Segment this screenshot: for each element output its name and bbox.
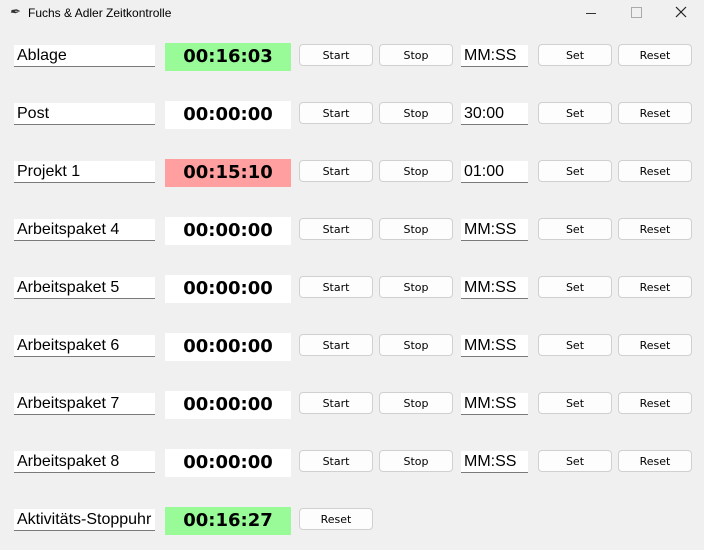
- task-name-field[interactable]: [14, 277, 155, 299]
- timer-row: 00:00:00 Start Stop Set Reset: [0, 275, 704, 303]
- duration-field[interactable]: [461, 103, 528, 125]
- duration-field[interactable]: [461, 277, 528, 299]
- minimize-icon: [586, 13, 596, 14]
- reset-button[interactable]: Reset: [618, 218, 692, 240]
- minimize-button[interactable]: [568, 0, 614, 26]
- timer-row: 00:00:00 Start Stop Set Reset: [0, 391, 704, 419]
- stop-button[interactable]: Stop: [379, 102, 453, 124]
- start-button[interactable]: Start: [299, 160, 373, 182]
- duration-field[interactable]: [461, 219, 528, 241]
- stop-button[interactable]: Stop: [379, 44, 453, 66]
- timer-display: 00:00:00: [165, 275, 291, 303]
- set-button[interactable]: Set: [538, 450, 612, 472]
- timer-row: 00:00:00 Start Stop Set Reset: [0, 449, 704, 477]
- set-button[interactable]: Set: [538, 218, 612, 240]
- reset-button[interactable]: Reset: [618, 392, 692, 414]
- timer-row: 00:00:00 Start Stop Set Reset: [0, 217, 704, 245]
- start-button[interactable]: Start: [299, 218, 373, 240]
- close-icon: [675, 6, 687, 18]
- timer-display: 00:16:03: [165, 43, 291, 71]
- timer-display: 00:00:00: [165, 449, 291, 477]
- stop-button[interactable]: Stop: [379, 276, 453, 298]
- duration-field[interactable]: [461, 45, 528, 67]
- duration-field[interactable]: [461, 393, 528, 415]
- reset-button[interactable]: Reset: [618, 450, 692, 472]
- stop-button[interactable]: Stop: [379, 392, 453, 414]
- timer-display: 00:00:00: [165, 391, 291, 419]
- duration-field[interactable]: [461, 335, 528, 357]
- maximize-button[interactable]: [613, 0, 659, 26]
- reset-button[interactable]: Reset: [618, 44, 692, 66]
- stop-button[interactable]: Stop: [379, 218, 453, 240]
- stop-button[interactable]: Stop: [379, 450, 453, 472]
- reset-button[interactable]: Reset: [618, 160, 692, 182]
- maximize-icon: [631, 7, 642, 18]
- start-button[interactable]: Start: [299, 44, 373, 66]
- title-bar: ✒ Fuchs & Adler Zeitkontrolle: [0, 0, 704, 26]
- task-name-field[interactable]: [14, 161, 155, 183]
- feather-icon: ✒: [9, 4, 20, 19]
- reset-button[interactable]: Reset: [618, 334, 692, 356]
- stopwatch-display: 00:16:27: [165, 507, 291, 535]
- set-button[interactable]: Set: [538, 44, 612, 66]
- timer-row: 00:00:00 Start Stop Set Reset: [0, 101, 704, 129]
- timer-display: 00:00:00: [165, 217, 291, 245]
- stopwatch-name-field[interactable]: [14, 509, 155, 531]
- close-button[interactable]: [658, 0, 704, 26]
- start-button[interactable]: Start: [299, 102, 373, 124]
- timer-row: 00:00:00 Start Stop Set Reset: [0, 333, 704, 361]
- set-button[interactable]: Set: [538, 102, 612, 124]
- task-name-field[interactable]: [14, 335, 155, 357]
- window-title: Fuchs & Adler Zeitkontrolle: [28, 6, 172, 20]
- timer-row: 00:15:10 Start Stop Set Reset: [0, 159, 704, 187]
- stop-button[interactable]: Stop: [379, 160, 453, 182]
- task-name-field[interactable]: [14, 451, 155, 473]
- start-button[interactable]: Start: [299, 392, 373, 414]
- start-button[interactable]: Start: [299, 334, 373, 356]
- set-button[interactable]: Set: [538, 276, 612, 298]
- task-name-field[interactable]: [14, 219, 155, 241]
- task-name-field[interactable]: [14, 393, 155, 415]
- stopwatch-row: 00:16:27 Reset: [0, 507, 704, 535]
- timer-display: 00:00:00: [165, 333, 291, 361]
- set-button[interactable]: Set: [538, 160, 612, 182]
- start-button[interactable]: Start: [299, 450, 373, 472]
- timer-row: 00:16:03 Start Stop Set Reset: [0, 43, 704, 71]
- task-name-field[interactable]: [14, 45, 155, 67]
- duration-field[interactable]: [461, 161, 528, 183]
- reset-button[interactable]: Reset: [618, 276, 692, 298]
- reset-button[interactable]: Reset: [618, 102, 692, 124]
- start-button[interactable]: Start: [299, 276, 373, 298]
- stopwatch-reset-button[interactable]: Reset: [299, 508, 373, 530]
- task-name-field[interactable]: [14, 103, 155, 125]
- stop-button[interactable]: Stop: [379, 334, 453, 356]
- timer-display: 00:15:10: [165, 159, 291, 187]
- duration-field[interactable]: [461, 451, 528, 473]
- set-button[interactable]: Set: [538, 334, 612, 356]
- timer-display: 00:00:00: [165, 101, 291, 129]
- set-button[interactable]: Set: [538, 392, 612, 414]
